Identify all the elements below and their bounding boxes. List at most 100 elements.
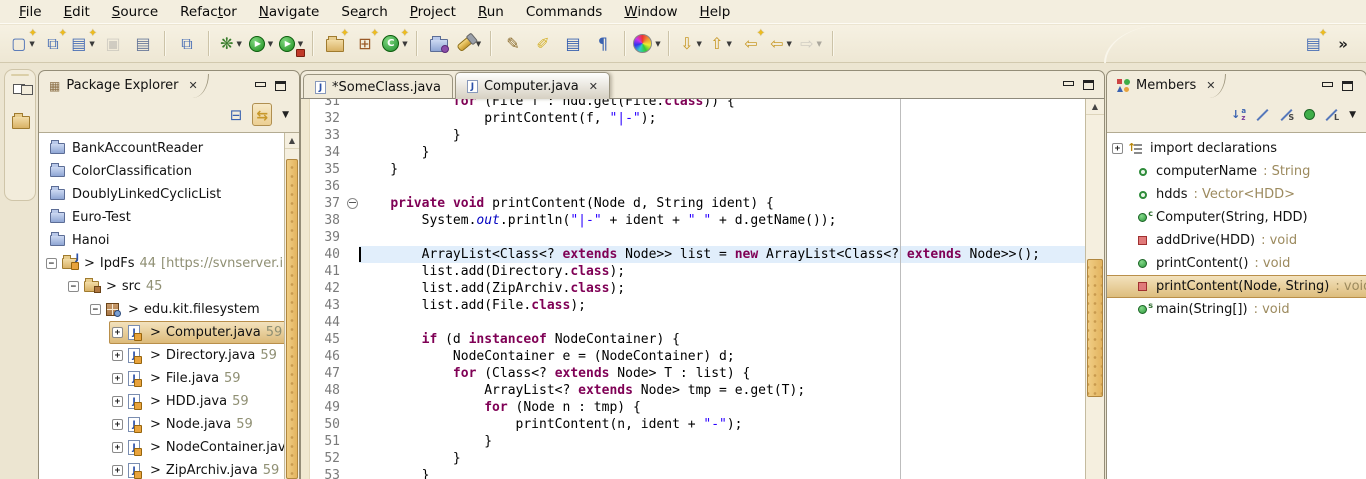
- menu-item-commands[interactable]: Commands: [515, 1, 613, 23]
- new-editor-button[interactable]: ▤✦▼: [68, 30, 98, 58]
- hide-fields-button[interactable]: [1256, 108, 1270, 122]
- code-line[interactable]: }: [359, 127, 1086, 144]
- tree-item[interactable]: +J>NodeContainer.java: [39, 436, 285, 459]
- toolbar-overflow-button[interactable]: »: [1328, 35, 1358, 53]
- minimize-button[interactable]: [1063, 80, 1074, 91]
- highlight-button[interactable]: ✐: [528, 30, 558, 58]
- dropdown-arrow-icon[interactable]: ▼: [655, 40, 660, 48]
- code-line[interactable]: }: [359, 467, 1086, 479]
- dropdown-arrow-icon[interactable]: ▼: [237, 40, 242, 48]
- code-line[interactable]: }: [359, 144, 1086, 161]
- menu-item-window[interactable]: Window: [613, 1, 688, 23]
- code-line[interactable]: for (Class<? extends Node> T : list) {: [359, 365, 1086, 382]
- show-paragraph-button[interactable]: ¶: [588, 30, 618, 58]
- member-item[interactable]: addDrive(HDD) : void: [1107, 229, 1366, 252]
- dropdown-arrow-icon[interactable]: ▼: [787, 40, 792, 48]
- editor-tab-computer-java[interactable]: JComputer.java✕: [455, 72, 610, 99]
- menu-item-help[interactable]: Help: [689, 1, 742, 23]
- collapse-icon[interactable]: −: [46, 258, 57, 269]
- code-line[interactable]: list.add(Directory.class);: [359, 263, 1086, 280]
- next-annotation-button[interactable]: ⇩▼: [676, 30, 706, 58]
- member-item[interactable]: printContent() : void: [1107, 252, 1366, 275]
- minimize-button[interactable]: [255, 81, 266, 92]
- code-line[interactable]: }: [359, 433, 1086, 450]
- menu-item-edit[interactable]: Edit: [53, 1, 101, 23]
- menu-item-project[interactable]: Project: [399, 1, 467, 23]
- expand-icon[interactable]: +: [112, 396, 123, 407]
- mark-occurrences-button[interactable]: ✎: [498, 30, 528, 58]
- code-editor[interactable]: 3132333435363738394041424344454647484950…: [301, 99, 1104, 479]
- search-button[interactable]: ▼: [454, 30, 484, 58]
- code-line[interactable]: list.add(File.class);: [359, 297, 1086, 314]
- tree-item[interactable]: +J>Directory.java59: [39, 344, 285, 367]
- dropdown-arrow-icon[interactable]: ▼: [727, 40, 732, 48]
- collapse-icon[interactable]: −: [68, 281, 79, 292]
- code-line[interactable]: NodeContainer e = (NodeContainer) d;: [359, 348, 1086, 365]
- print-button[interactable]: ▤: [128, 30, 158, 58]
- view-menu-button[interactable]: ▼: [282, 110, 289, 120]
- tree-item[interactable]: BankAccountReader: [39, 137, 285, 160]
- new-class-button[interactable]: C✦▼: [380, 30, 410, 58]
- open-folder-icon[interactable]: [12, 116, 28, 130]
- maximize-button[interactable]: [1342, 81, 1353, 92]
- back-button[interactable]: ⇦▼: [766, 30, 796, 58]
- member-item[interactable]: smain(String[]) : void: [1107, 298, 1366, 321]
- menu-item-run[interactable]: Run: [467, 1, 515, 23]
- dropdown-arrow-icon[interactable]: ▼: [697, 40, 702, 48]
- run-button[interactable]: ▶▼: [246, 30, 276, 58]
- code-line[interactable]: }: [359, 161, 1086, 178]
- member-item[interactable]: hdds : Vector<HDD>: [1107, 183, 1366, 206]
- scroll-up-arrow[interactable]: ▲: [1086, 99, 1104, 115]
- package-explorer-scrollbar[interactable]: ▲: [284, 133, 299, 479]
- code-line[interactable]: printContent(f, "|-");: [359, 110, 1086, 127]
- scrollbar-thumb[interactable]: [286, 159, 298, 479]
- code-line[interactable]: }: [359, 450, 1086, 467]
- collapse-icon[interactable]: −: [90, 304, 101, 315]
- close-icon[interactable]: ✕: [1206, 79, 1215, 92]
- minimize-button[interactable]: [1322, 81, 1333, 92]
- expand-icon[interactable]: +: [112, 465, 123, 476]
- code-pane[interactable]: for (File f : hdd.get(File.class)) { pri…: [359, 99, 1086, 479]
- open-type-button[interactable]: [424, 30, 454, 58]
- forward-button[interactable]: ⇨▼: [796, 30, 826, 58]
- expand-icon[interactable]: +: [112, 350, 123, 361]
- dropdown-arrow-icon[interactable]: ▼: [402, 40, 407, 48]
- new-wizard-button[interactable]: ▢✦▼: [8, 30, 38, 58]
- hide-local-types-button[interactable]: L: [1325, 108, 1339, 122]
- new-package-button[interactable]: ⊞✦: [350, 30, 380, 58]
- external-tools-button[interactable]: ▶▼: [276, 30, 306, 58]
- editor-scrollbar[interactable]: ▲: [1085, 99, 1104, 479]
- dropdown-arrow-icon[interactable]: ▼: [268, 40, 273, 48]
- code-line[interactable]: [359, 178, 1086, 195]
- tree-item[interactable]: +J>HDD.java59: [39, 390, 285, 413]
- code-line[interactable]: [359, 229, 1086, 246]
- new-fast-view-button[interactable]: ▤✦: [1298, 30, 1328, 58]
- expand-icon[interactable]: +: [112, 373, 123, 384]
- member-item[interactable]: +import declarations: [1107, 137, 1366, 160]
- tab-members[interactable]: Members ✕: [1113, 74, 1226, 98]
- fold-collapse-icon[interactable]: [347, 198, 358, 209]
- tab-package-explorer[interactable]: ▦ Package Explorer ✕: [45, 74, 209, 98]
- new-window-button[interactable]: ⧉✦: [38, 30, 68, 58]
- code-line[interactable]: [359, 314, 1086, 331]
- expand-icon[interactable]: +: [112, 419, 123, 430]
- restore-views-icon[interactable]: [12, 84, 28, 98]
- code-line[interactable]: for (File f : hdd.get(File.class)) {: [359, 99, 1086, 110]
- save-button[interactable]: ▣: [98, 30, 128, 58]
- show-source-button[interactable]: ▤: [558, 30, 588, 58]
- tree-item[interactable]: ColorClassification: [39, 160, 285, 183]
- hide-static-button[interactable]: S: [1280, 108, 1294, 122]
- maximize-button[interactable]: [1083, 80, 1094, 91]
- open-element-button[interactable]: ⧉: [172, 30, 202, 58]
- close-icon[interactable]: ✕: [189, 79, 198, 92]
- debug-button[interactable]: ❋▼: [216, 30, 246, 58]
- dropdown-arrow-icon[interactable]: ▼: [298, 40, 303, 48]
- tree-item[interactable]: Hanoi: [39, 229, 285, 252]
- tree-item[interactable]: +J>File.java59: [39, 367, 285, 390]
- dropdown-arrow-icon[interactable]: ▼: [817, 40, 822, 48]
- menu-item-navigate[interactable]: Navigate: [248, 1, 331, 23]
- code-line-current[interactable]: ArrayList<Class<? extends Node>> list = …: [359, 246, 1086, 263]
- sort-button[interactable]: ↓az: [1231, 108, 1246, 122]
- tree-item[interactable]: DoublyLinkedCyclicList: [39, 183, 285, 206]
- code-line[interactable]: System.out.println("|-" + ident + " " + …: [359, 212, 1086, 229]
